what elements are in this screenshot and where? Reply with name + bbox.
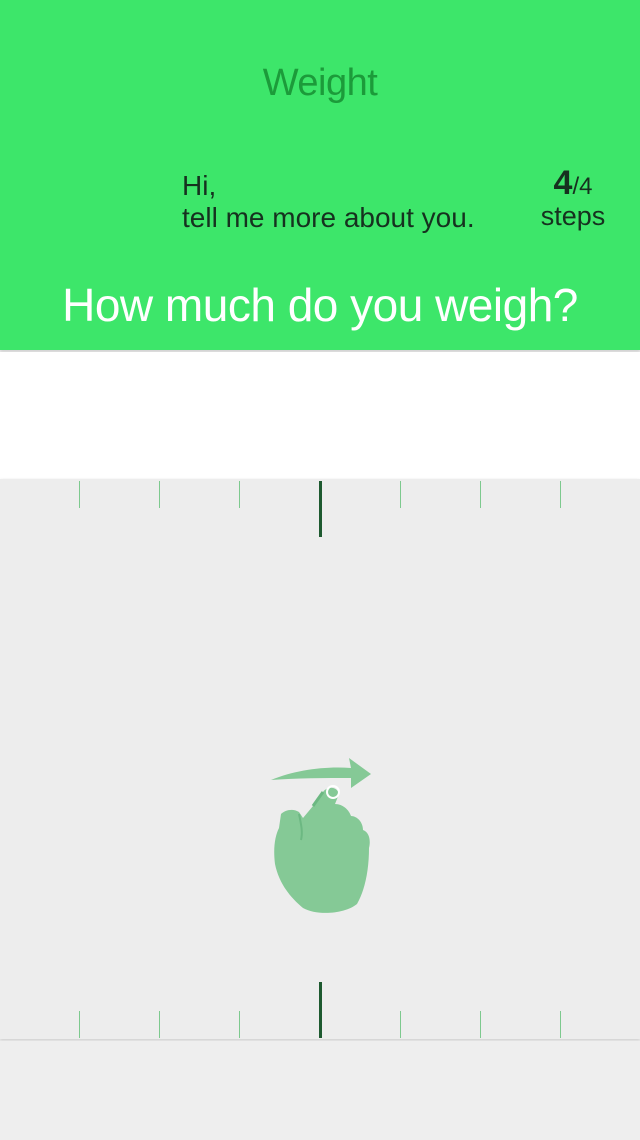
greeting-line-1: Hi, [182,170,217,201]
header: Weight Hi, tell me more about you. 4/4 s… [0,0,640,350]
step-count: 4/4 [535,165,611,205]
ruler-center-marker [319,481,322,537]
ruler-center-marker [319,982,322,1038]
question-heading: How much do you weigh? [62,279,578,331]
ruler-tick [159,481,160,508]
step-total: 4 [579,173,593,200]
ruler-tick [79,481,80,508]
ruler-tick [560,481,561,508]
bottom-panel [0,1041,640,1140]
ruler-tick [400,1011,401,1038]
greeting-line-2: tell me more about you. [182,202,475,233]
ruler-tick [239,481,240,508]
ruler-tick [159,1011,160,1038]
greeting-text: Hi, tell me more about you. [182,170,475,234]
ruler-tick [400,481,401,508]
page-title: Weight [262,62,378,104]
swipe-hand-icon [265,752,375,917]
step-label: steps [540,201,606,231]
ruler-tick [79,1011,80,1038]
step-indicator: 4/4 steps [535,165,611,231]
ruler-tick [480,481,481,508]
ruler-tick [560,1011,561,1038]
step-current: 4 [553,164,573,202]
weight-value-display [0,352,640,479]
ruler-tick [480,1011,481,1038]
ruler-tick [239,1011,240,1038]
